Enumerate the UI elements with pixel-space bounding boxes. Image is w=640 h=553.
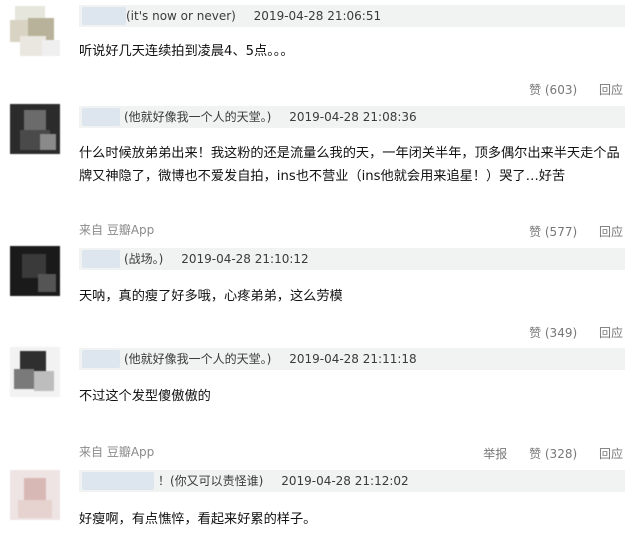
report-button[interactable]: 举报: [483, 447, 507, 461]
comment-time: 2019-04-28 21:11:18: [289, 352, 417, 366]
avatar[interactable]: [10, 470, 60, 520]
like-button[interactable]: 赞 (349): [529, 326, 577, 340]
user-note: ！(你又可以责怪谁): [158, 474, 264, 488]
comment-source: 来自 豆瓣App: [79, 445, 155, 459]
avatar[interactable]: [10, 347, 60, 397]
username-blurred[interactable]: [82, 108, 120, 126]
avatar[interactable]: [10, 246, 60, 296]
reply-button[interactable]: 回应: [599, 225, 623, 239]
comment-actions: 赞 (603) 回应: [529, 82, 623, 98]
username-blurred[interactable]: [82, 472, 154, 490]
user-note: (他就好像我一个人的天堂。): [124, 110, 272, 124]
comment-time: 2019-04-28 21:10:12: [181, 252, 309, 266]
comment-actions: 赞 (577) 回应: [529, 224, 623, 240]
comment-text: 不过这个发型傻傲傲的: [79, 389, 211, 404]
user-note: (战场。): [124, 252, 164, 266]
comment-time: 2019-04-28 21:08:36: [289, 110, 417, 124]
comment-time: 2019-04-28 21:06:51: [253, 9, 382, 23]
comment-actions: 赞 (349) 回应: [529, 325, 623, 341]
comment-text: 天呐，真的瘦了好多哦，心疼弟弟，这么劳模: [79, 289, 343, 304]
avatar[interactable]: [10, 6, 60, 56]
comment-text: 听说好几天连续拍到凌晨4、5点。。。: [79, 44, 294, 59]
like-button[interactable]: 赞 (603): [529, 83, 577, 97]
comment-actions: 举报 赞 (328) 回应: [483, 446, 623, 462]
comment-text: 什么时候放弟弟出来！我这粉的还是流量么我的天，一年闭关半年，顶多偶尔出来半天走个…: [79, 146, 620, 184]
comment-meta: (他就好像我一个人的天堂。) 2019-04-28 21:08:36: [79, 106, 625, 128]
comment-source: 来自 豆瓣App: [79, 223, 155, 237]
comment-time: 2019-04-28 21:12:02: [281, 474, 409, 488]
comment-meta: (战场。) 2019-04-28 21:10:12: [79, 248, 625, 270]
comment-meta: ！(你又可以责怪谁) 2019-04-28 21:12:02: [79, 470, 625, 492]
reply-button[interactable]: 回应: [599, 447, 623, 461]
username-blurred[interactable]: [82, 350, 120, 368]
like-button[interactable]: 赞 (577): [529, 225, 577, 239]
reply-button[interactable]: 回应: [599, 83, 623, 97]
comment-meta: (it's now or never) 2019-04-28 21:06:51: [79, 5, 625, 27]
like-button[interactable]: 赞 (328): [529, 447, 577, 461]
username-blurred[interactable]: [82, 7, 126, 25]
comment-meta: (他就好像我一个人的天堂。) 2019-04-28 21:11:18: [79, 348, 625, 370]
user-note: (他就好像我一个人的天堂。): [124, 352, 272, 366]
reply-button[interactable]: 回应: [599, 326, 623, 340]
avatar[interactable]: [10, 104, 60, 154]
username-blurred[interactable]: [82, 250, 120, 268]
user-note: (it's now or never): [126, 9, 236, 23]
comment-text: 好瘦啊，有点憔悴，看起来好累的样子。: [79, 512, 317, 527]
